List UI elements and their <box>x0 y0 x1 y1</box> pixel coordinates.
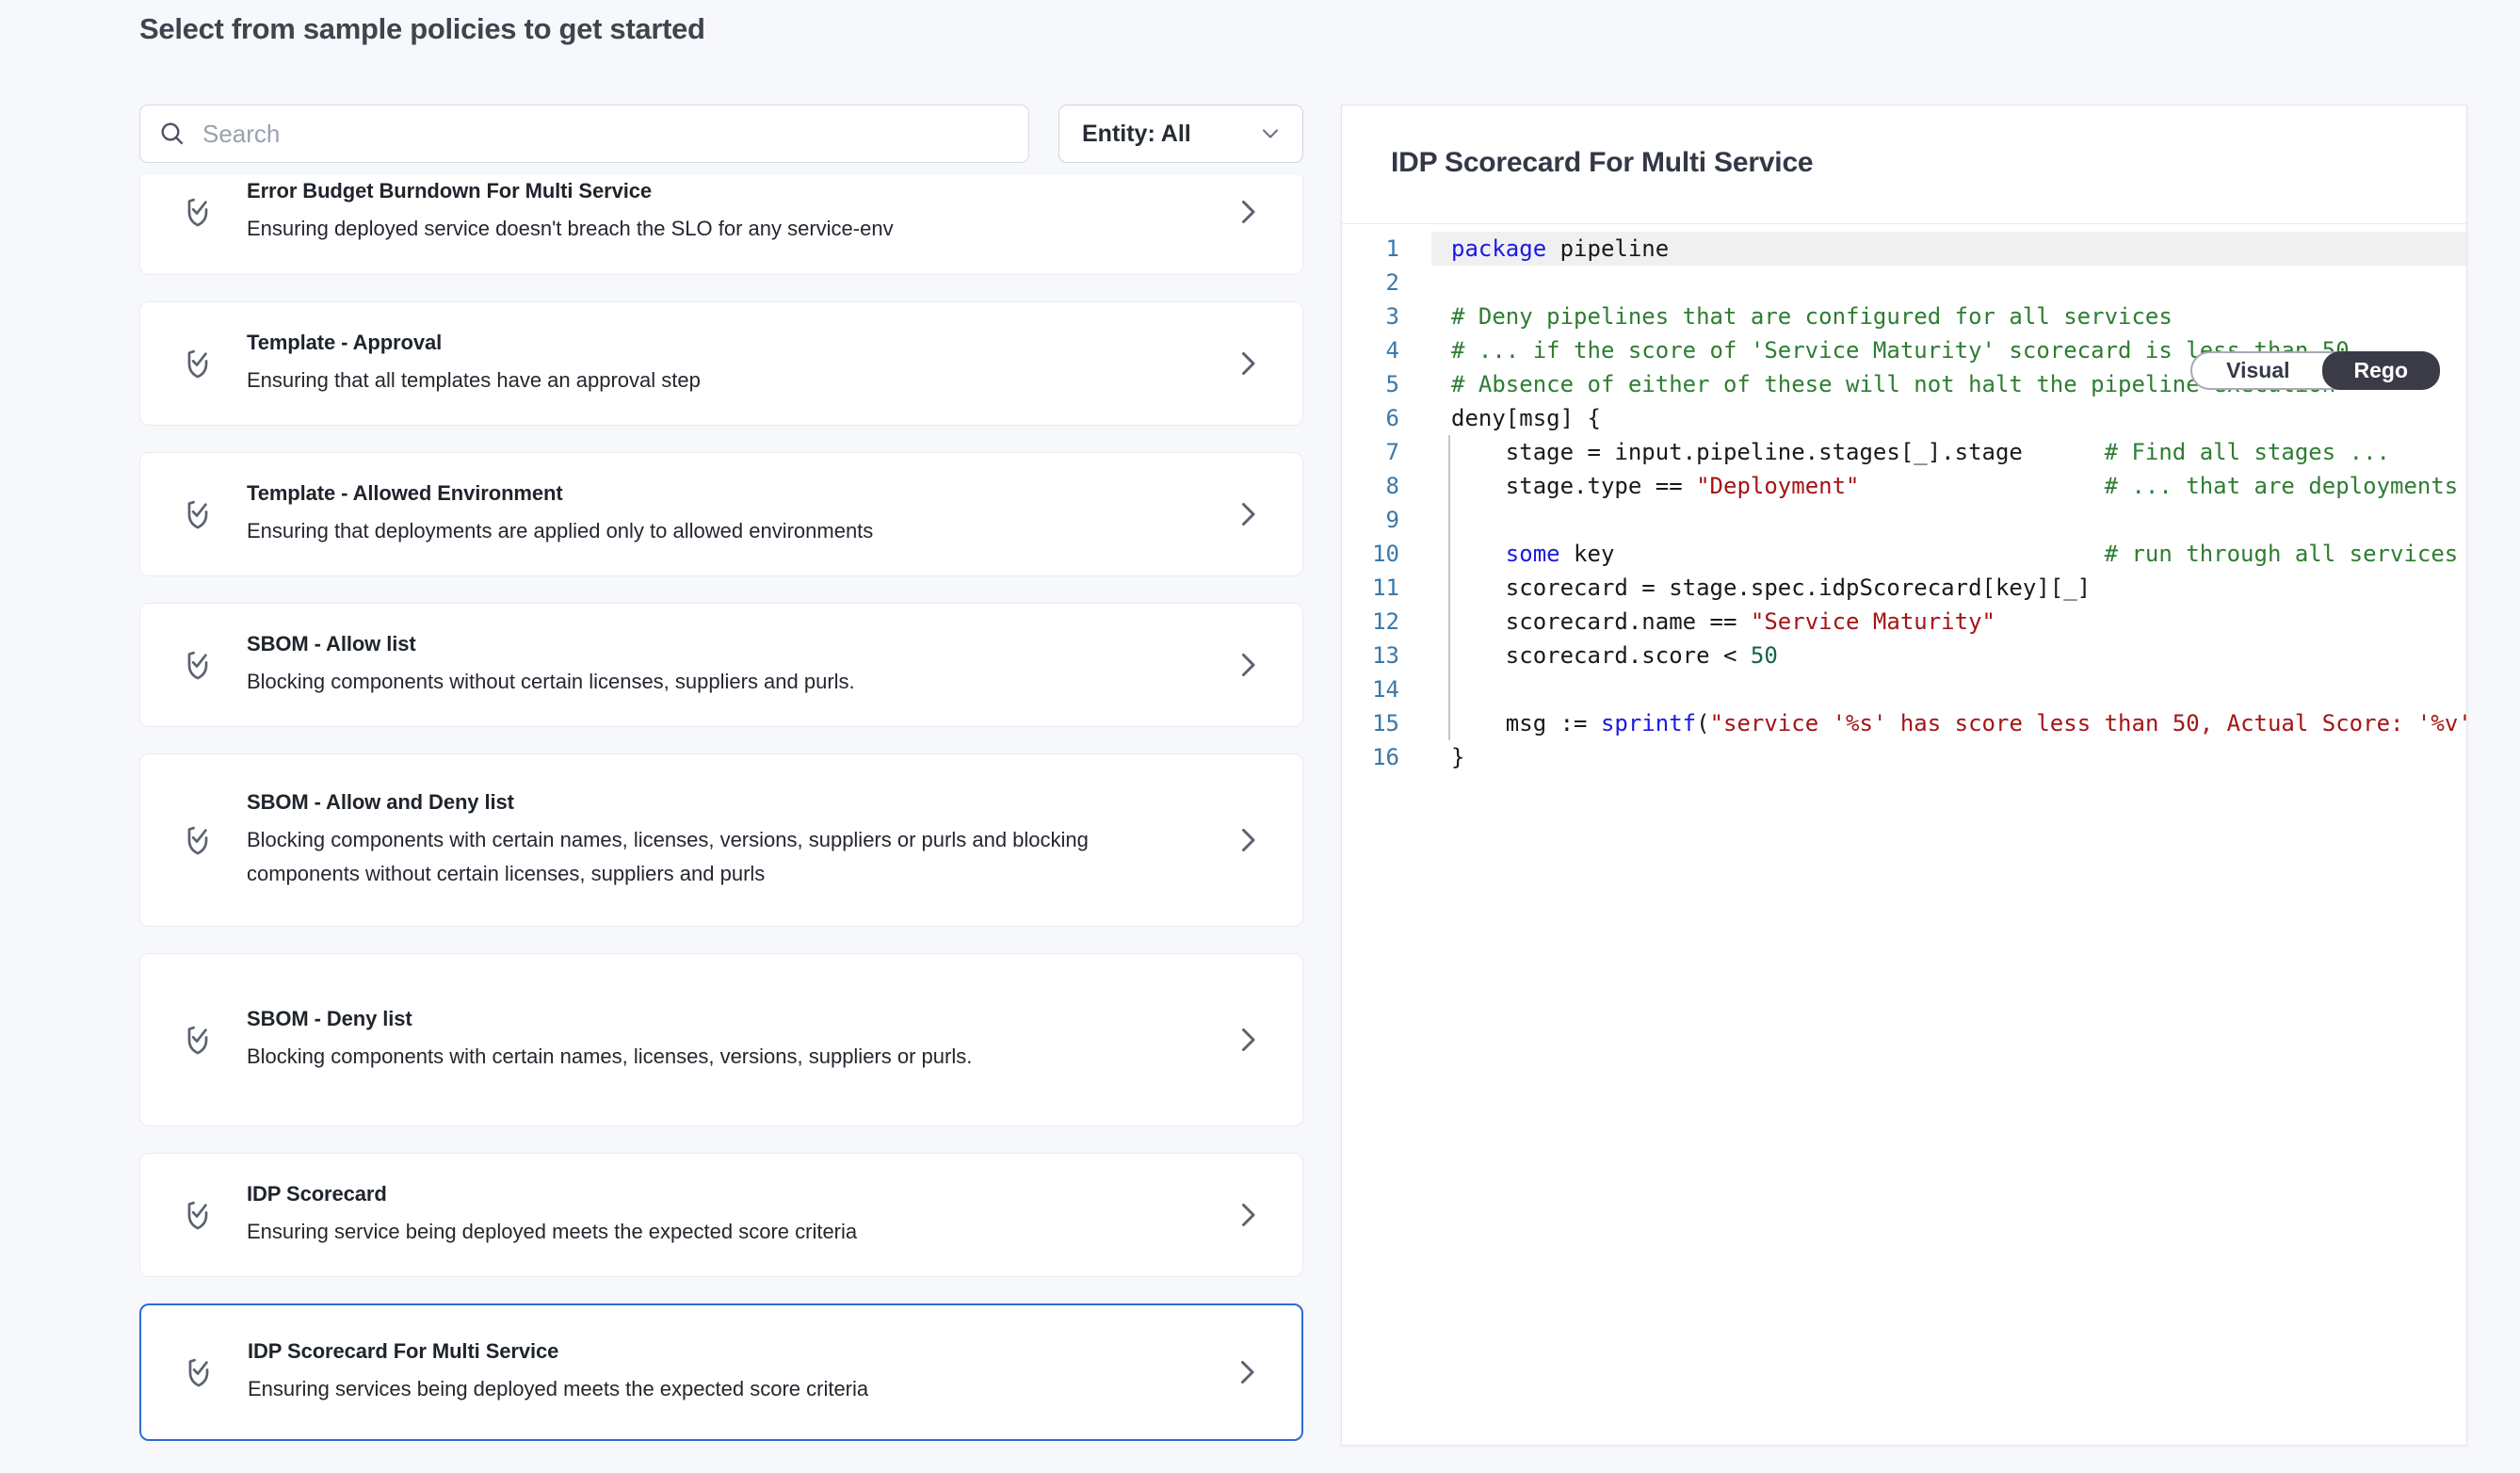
line-number: 6 <box>1342 401 1431 435</box>
entity-filter-label: Entity: All <box>1082 121 1191 148</box>
policy-card-description: Ensuring that deployments are applied on… <box>247 514 1094 548</box>
rego-toggle-button[interactable]: Rego <box>2322 351 2441 390</box>
policy-card-description: Ensuring services being deployed meets t… <box>248 1372 1095 1406</box>
line-number: 9 <box>1342 503 1431 537</box>
code-line: 12 scorecard.name == "Service Maturity" <box>1342 605 2466 639</box>
policy-card-description: Blocking components with certain names, … <box>247 1040 1094 1074</box>
code-editor[interactable]: Visual Rego 1package pipeline23# Deny pi… <box>1342 224 2466 1445</box>
policy-card-title: SBOM - Allow list <box>247 632 1212 656</box>
policy-card[interactable]: SBOM - Allow and Deny list Blocking compo… <box>139 753 1303 927</box>
line-number: 1 <box>1342 232 1431 266</box>
code-line: 1package pipeline <box>1342 232 2466 266</box>
policy-card-title: Template - Approval <box>247 331 1212 355</box>
search-box[interactable] <box>139 105 1029 163</box>
policy-card[interactable]: IDP Scorecard For Multi Service Ensuring … <box>139 1303 1303 1441</box>
line-number: 16 <box>1342 740 1431 774</box>
policy-card-description: Ensuring service being deployed meets th… <box>247 1215 1094 1249</box>
chevron-right-icon <box>1231 823 1265 857</box>
policy-shield-check-icon <box>180 190 216 234</box>
code-line: 6deny[msg] { <box>1342 401 2466 435</box>
policy-card-description: Blocking components with certain names, … <box>247 823 1094 891</box>
code-line: 14 <box>1342 672 2466 706</box>
line-number: 2 <box>1342 266 1431 299</box>
policy-shield-check-icon <box>180 1018 216 1061</box>
policy-shield-check-icon <box>180 342 216 385</box>
policy-detail-panel: IDP Scorecard For Multi Service Visual R… <box>1341 105 2467 1446</box>
code-line: 13 scorecard.score < 50 <box>1342 639 2466 672</box>
policy-shield-check-icon <box>180 818 216 862</box>
line-number: 10 <box>1342 537 1431 571</box>
policy-card-description: Ensuring deployed service doesn't breach… <box>247 212 1094 246</box>
code-line: 11 scorecard = stage.spec.idpScorecard[k… <box>1342 571 2466 605</box>
chevron-right-icon <box>1231 1198 1265 1232</box>
policy-shield-check-icon <box>180 493 216 536</box>
chevron-right-icon <box>1231 497 1265 531</box>
code-line: 7 stage = input.pipeline.stages[_].stage… <box>1342 435 2466 469</box>
policy-card[interactable]: IDP Scorecard Ensuring service being depl… <box>139 1153 1303 1277</box>
code-area: 1package pipeline23# Deny pipelines that… <box>1342 224 2466 774</box>
policy-card-title: IDP Scorecard <box>247 1182 1212 1206</box>
policy-card[interactable]: SBOM - Allow list Blocking components wit… <box>139 603 1303 727</box>
policy-card-title: SBOM - Allow and Deny list <box>247 790 1212 815</box>
line-number: 14 <box>1342 672 1431 706</box>
policy-card-title: SBOM - Deny list <box>247 1007 1212 1031</box>
policy-list: Error Budget Burndown For Multi Service E… <box>139 175 1303 1452</box>
search-icon <box>157 119 187 149</box>
code-line: 3# Deny pipelines that are configured fo… <box>1342 299 2466 333</box>
code-line: 8 stage.type == "Deployment" # ... that … <box>1342 469 2466 503</box>
policy-toolbar: Entity: All <box>139 105 1303 163</box>
policy-card[interactable]: Template - Approval Ensuring that all tem… <box>139 301 1303 426</box>
policy-card-description: Ensuring that all templates have an appr… <box>247 364 1094 397</box>
visual-toggle-button[interactable]: Visual <box>2192 353 2323 388</box>
code-line: 15 msg := sprintf("service '%s' has scor… <box>1342 706 2466 740</box>
chevron-right-icon <box>1231 1023 1265 1057</box>
detail-header: IDP Scorecard For Multi Service <box>1342 105 2466 224</box>
chevron-right-icon <box>1231 195 1265 229</box>
line-number: 13 <box>1342 639 1431 672</box>
view-mode-toggle: Visual Rego <box>2190 351 2440 390</box>
entity-filter-dropdown[interactable]: Entity: All <box>1058 105 1303 163</box>
chevron-down-icon <box>1257 121 1284 147</box>
policy-shield-check-icon <box>180 1193 216 1237</box>
line-number: 5 <box>1342 367 1431 401</box>
policy-card-title: IDP Scorecard For Multi Service <box>248 1339 1211 1364</box>
line-number: 7 <box>1342 435 1431 469</box>
policy-card[interactable]: Error Budget Burndown For Multi Service E… <box>139 175 1303 275</box>
code-line: 16} <box>1342 740 2466 774</box>
line-number: 8 <box>1342 469 1431 503</box>
code-line: 10 some key # run through all services <box>1342 537 2466 571</box>
line-number: 11 <box>1342 571 1431 605</box>
code-line: 2 <box>1342 266 2466 299</box>
policy-card[interactable]: SBOM - Deny list Blocking components with… <box>139 953 1303 1126</box>
detail-title: IDP Scorecard For Multi Service <box>1391 147 1813 178</box>
chevron-right-icon <box>1230 1355 1264 1389</box>
chevron-right-icon <box>1231 648 1265 682</box>
line-number: 12 <box>1342 605 1431 639</box>
policy-shield-check-icon <box>180 643 216 687</box>
policy-card[interactable]: Template - Allowed Environment Ensuring t… <box>139 452 1303 576</box>
line-number: 15 <box>1342 706 1431 740</box>
policy-shield-check-icon <box>181 1351 217 1394</box>
page-title: Select from sample policies to get start… <box>139 12 705 46</box>
line-number: 3 <box>1342 299 1431 333</box>
search-input[interactable] <box>187 106 1028 161</box>
chevron-right-icon <box>1231 347 1265 380</box>
line-number: 4 <box>1342 333 1431 367</box>
policy-card-title: Error Budget Burndown For Multi Service <box>247 179 1212 203</box>
code-line: 9 <box>1342 503 2466 537</box>
policy-card-description: Blocking components without certain lice… <box>247 665 1094 699</box>
policy-card-title: Template - Allowed Environment <box>247 481 1212 506</box>
